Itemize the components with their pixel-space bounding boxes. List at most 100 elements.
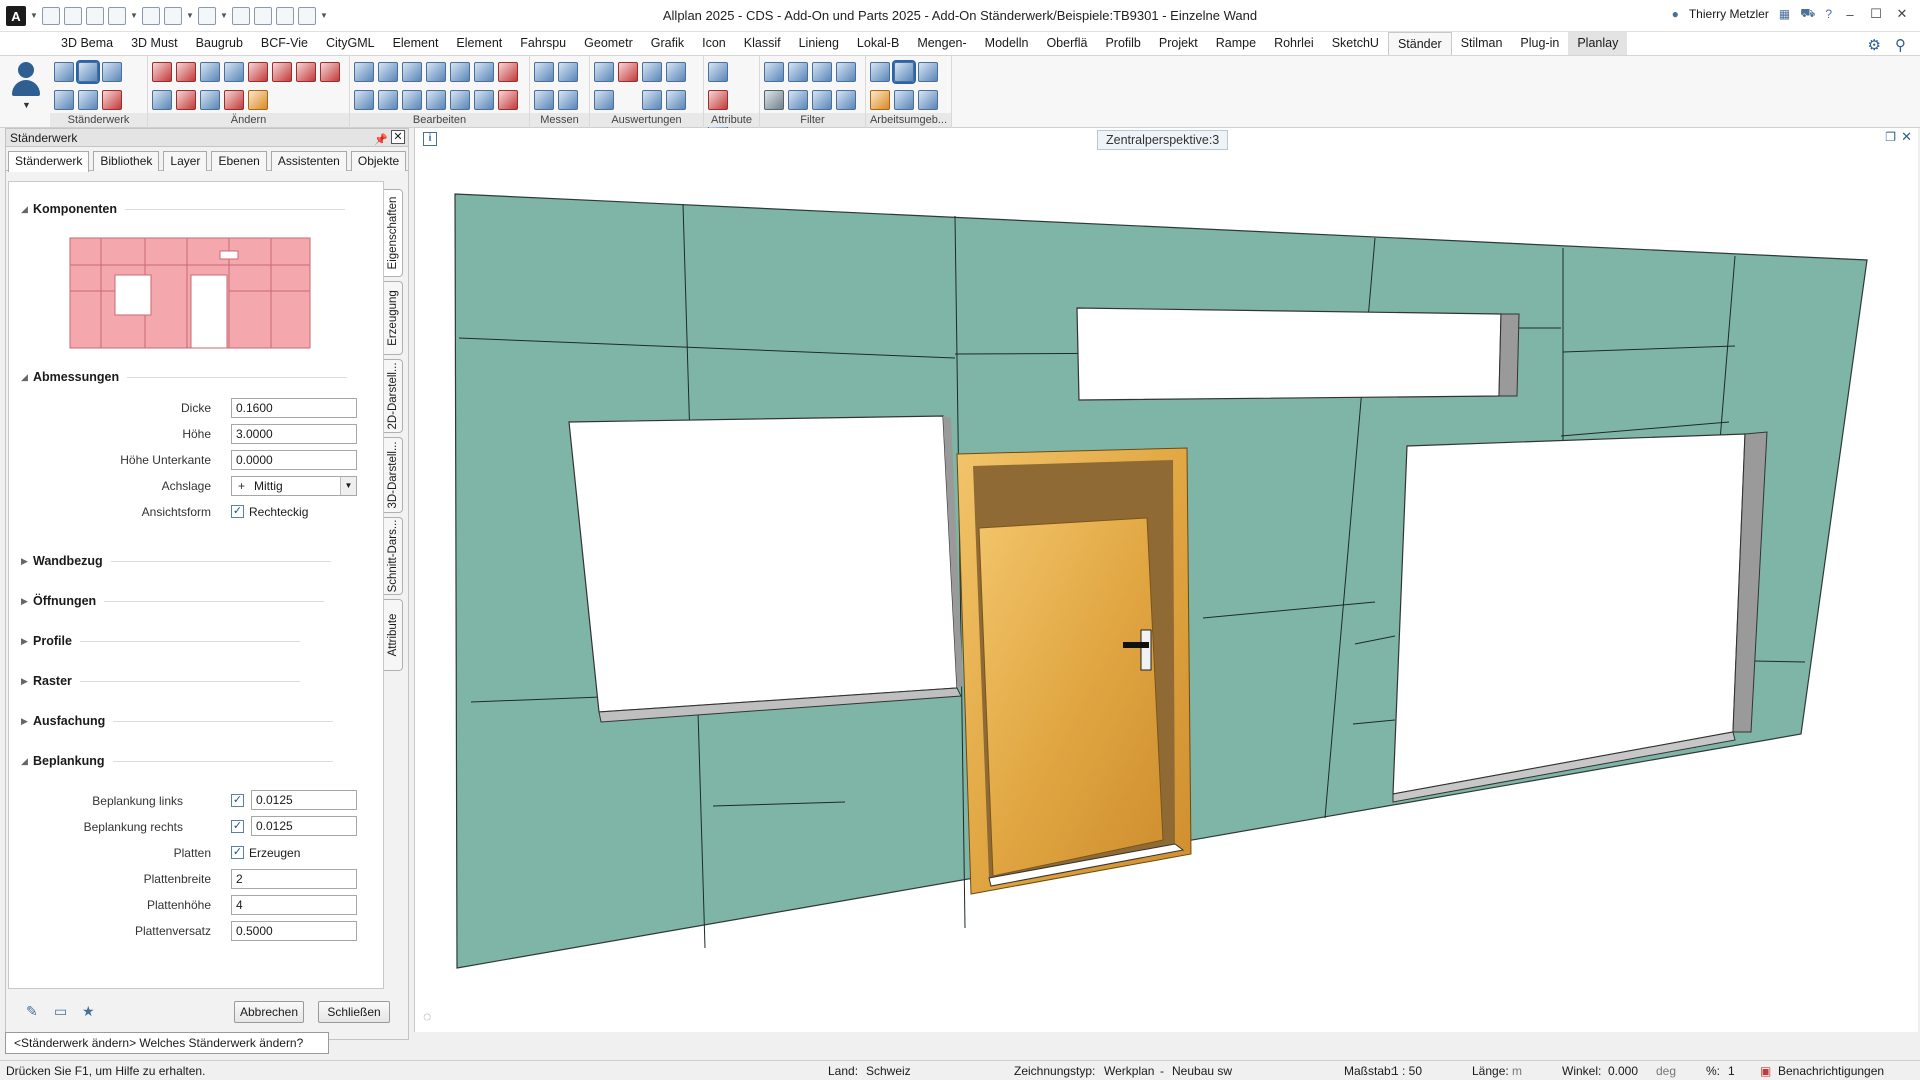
quantity-icon[interactable] xyxy=(642,90,662,110)
pipette-icon[interactable]: ✎ xyxy=(26,1003,38,1020)
plattenversatz-field[interactable]: 0.5000 xyxy=(231,921,357,941)
wall-model[interactable] xyxy=(415,128,1919,1032)
curve-icon[interactable] xyxy=(296,62,316,82)
filter-objects-icon[interactable] xyxy=(812,90,832,110)
beplankung-links-checkbox[interactable]: ✓ xyxy=(231,794,244,807)
report-icon[interactable] xyxy=(642,62,662,82)
laenge-unit[interactable]: m xyxy=(1512,1064,1522,1078)
hoehe-unterkante-field[interactable]: 0.0000 xyxy=(231,450,357,470)
text-abc-icon[interactable] xyxy=(594,62,614,82)
stud-copy-icon[interactable] xyxy=(54,90,74,110)
pin-palette-icon[interactable]: 📌 xyxy=(374,131,388,149)
schliessen-button[interactable]: Schließen xyxy=(318,1001,390,1023)
side-tab-5[interactable]: Attribute xyxy=(384,599,403,671)
beplankung-rechts-field[interactable]: 0.0125 xyxy=(251,816,357,836)
chevron-down-icon[interactable]: ▼ xyxy=(340,477,356,495)
zigzag-icon[interactable] xyxy=(224,90,244,110)
tab-grafik[interactable]: Grafik xyxy=(642,32,693,55)
beam-icon[interactable] xyxy=(320,62,340,82)
axis-icon[interactable] xyxy=(870,90,890,110)
notifications-link[interactable]: Benachrichtigungen xyxy=(1778,1064,1884,1078)
achslage-select[interactable]: + Mittig ▼ xyxy=(231,476,357,496)
ansichtsform-checkbox[interactable]: ✓ xyxy=(231,505,244,518)
palette-tab-assistenten[interactable]: Assistenten xyxy=(270,151,347,171)
pin-icon[interactable]: ⚲ xyxy=(1895,36,1906,54)
attribute-remove-icon[interactable] xyxy=(708,90,728,110)
explode-icon[interactable] xyxy=(498,90,518,110)
winkel-unit[interactable]: deg xyxy=(1656,1064,1676,1078)
numbering-icon[interactable] xyxy=(594,90,614,110)
help-icon[interactable]: ? xyxy=(1825,7,1832,21)
text-icon[interactable] xyxy=(474,90,494,110)
dicke-field[interactable]: 0.1600 xyxy=(231,398,357,418)
side-tab-4[interactable]: Schnitt-Dars... xyxy=(384,517,403,595)
beplankung-links-field[interactable]: 0.0125 xyxy=(251,790,357,810)
edit-form-icon[interactable] xyxy=(200,90,220,110)
workspace-view-icon[interactable] xyxy=(918,62,938,82)
array-icon[interactable] xyxy=(426,90,446,110)
measure-angle-icon[interactable] xyxy=(558,90,578,110)
modify-stud-icon[interactable] xyxy=(76,60,100,84)
shop-cart-icon[interactable]: ⛟ xyxy=(1800,6,1815,22)
plattenhoehe-field[interactable]: 4 xyxy=(231,895,357,915)
resize-icon[interactable] xyxy=(224,62,244,82)
side-tab-0[interactable]: Eigenschaften xyxy=(384,189,403,277)
viewport-3d[interactable]: i Zentralperspektive:3 ❐ ✕ ◌ xyxy=(414,128,1918,1032)
measure-height-icon[interactable] xyxy=(558,62,578,82)
palette-tab-objekte[interactable]: Objekte xyxy=(350,151,407,171)
tab-element[interactable]: Element xyxy=(384,32,448,55)
selection-icon[interactable] xyxy=(894,90,914,110)
tab-plug-in[interactable]: Plug-in xyxy=(1511,32,1568,55)
tab-modelln[interactable]: Modelln xyxy=(976,32,1038,55)
transfer-icon[interactable] xyxy=(354,90,374,110)
palette-tab-ebenen[interactable]: Ebenen xyxy=(211,151,267,171)
filter-pipette-icon[interactable] xyxy=(788,62,808,82)
avatar-chevron-icon[interactable]: ▼ xyxy=(22,100,31,110)
list-icon[interactable] xyxy=(618,62,638,82)
close-palette-button[interactable]: ✕ xyxy=(391,130,405,144)
stud-frame-icon[interactable] xyxy=(78,90,98,110)
tab-oberflä[interactable]: Oberflä xyxy=(1037,32,1096,55)
window-top[interactable] xyxy=(1076,307,1502,401)
tab-rohrlei[interactable]: Rohrlei xyxy=(1265,32,1323,55)
tab-icon[interactable]: Icon xyxy=(693,32,735,55)
workspace-icon[interactable] xyxy=(870,62,890,82)
notification-icon[interactable]: ▣ xyxy=(1760,1064,1771,1078)
side-tab-3[interactable]: 3D-Darstell... xyxy=(384,437,403,513)
tab-fahrspu[interactable]: Fahrspu xyxy=(511,32,575,55)
abbrechen-button[interactable]: Abbrechen xyxy=(234,1001,304,1023)
palette-tab-bibliothek[interactable]: Bibliothek xyxy=(93,151,160,171)
section-raster[interactable]: ▶ Raster xyxy=(21,674,300,688)
settings-gear-icon[interactable]: ⚙ xyxy=(1868,36,1881,54)
open-favorite-icon[interactable]: ▭ xyxy=(54,1003,67,1020)
filter-search-icon[interactable] xyxy=(836,90,856,110)
zeichnungstyp-value[interactable]: Werkplan xyxy=(1104,1064,1154,1078)
filter-double-icon[interactable] xyxy=(836,62,856,82)
chart-icon[interactable] xyxy=(666,62,686,82)
user-name[interactable]: Thierry Metzler xyxy=(1689,7,1769,21)
close-window-button[interactable]: ✕ xyxy=(1894,6,1910,22)
layout-switch-icon[interactable]: ▦ xyxy=(1779,7,1790,21)
stretch-icon[interactable] xyxy=(426,62,446,82)
door-leaf[interactable] xyxy=(978,517,1164,877)
mirror-icon[interactable] xyxy=(450,62,470,82)
rotate-icon[interactable] xyxy=(402,62,422,82)
section-beplankung[interactable]: ◢ Beplankung xyxy=(21,754,333,768)
workspace-active-icon[interactable] xyxy=(892,60,916,84)
section-profile[interactable]: ▶ Profile xyxy=(21,634,300,648)
beplankung-rechts-checkbox[interactable]: ✓ xyxy=(231,820,244,833)
rotate-edit-icon[interactable] xyxy=(152,90,172,110)
palette-tab-ständerwerk[interactable]: Ständerwerk xyxy=(8,151,90,172)
tab-3d-bema[interactable]: 3D Bema xyxy=(52,32,122,55)
tab-sketchu[interactable]: SketchU xyxy=(1323,32,1388,55)
section-wandbezug[interactable]: ▶ Wandbezug xyxy=(21,554,331,568)
section-oeffnungen[interactable]: ▶ Öffnungen xyxy=(21,594,325,608)
pencil-icon[interactable] xyxy=(176,62,196,82)
section-ausfachung[interactable]: ▶ Ausfachung xyxy=(21,714,334,728)
massstab-value[interactable]: 1 : 50 xyxy=(1392,1064,1422,1078)
filter-layer-icon[interactable] xyxy=(788,90,808,110)
tab-ständer[interactable]: Ständer xyxy=(1387,32,1452,55)
arc-icon[interactable] xyxy=(200,62,220,82)
tab-rampe[interactable]: Rampe xyxy=(1207,32,1265,55)
plattenbreite-field[interactable]: 2 xyxy=(231,869,357,889)
